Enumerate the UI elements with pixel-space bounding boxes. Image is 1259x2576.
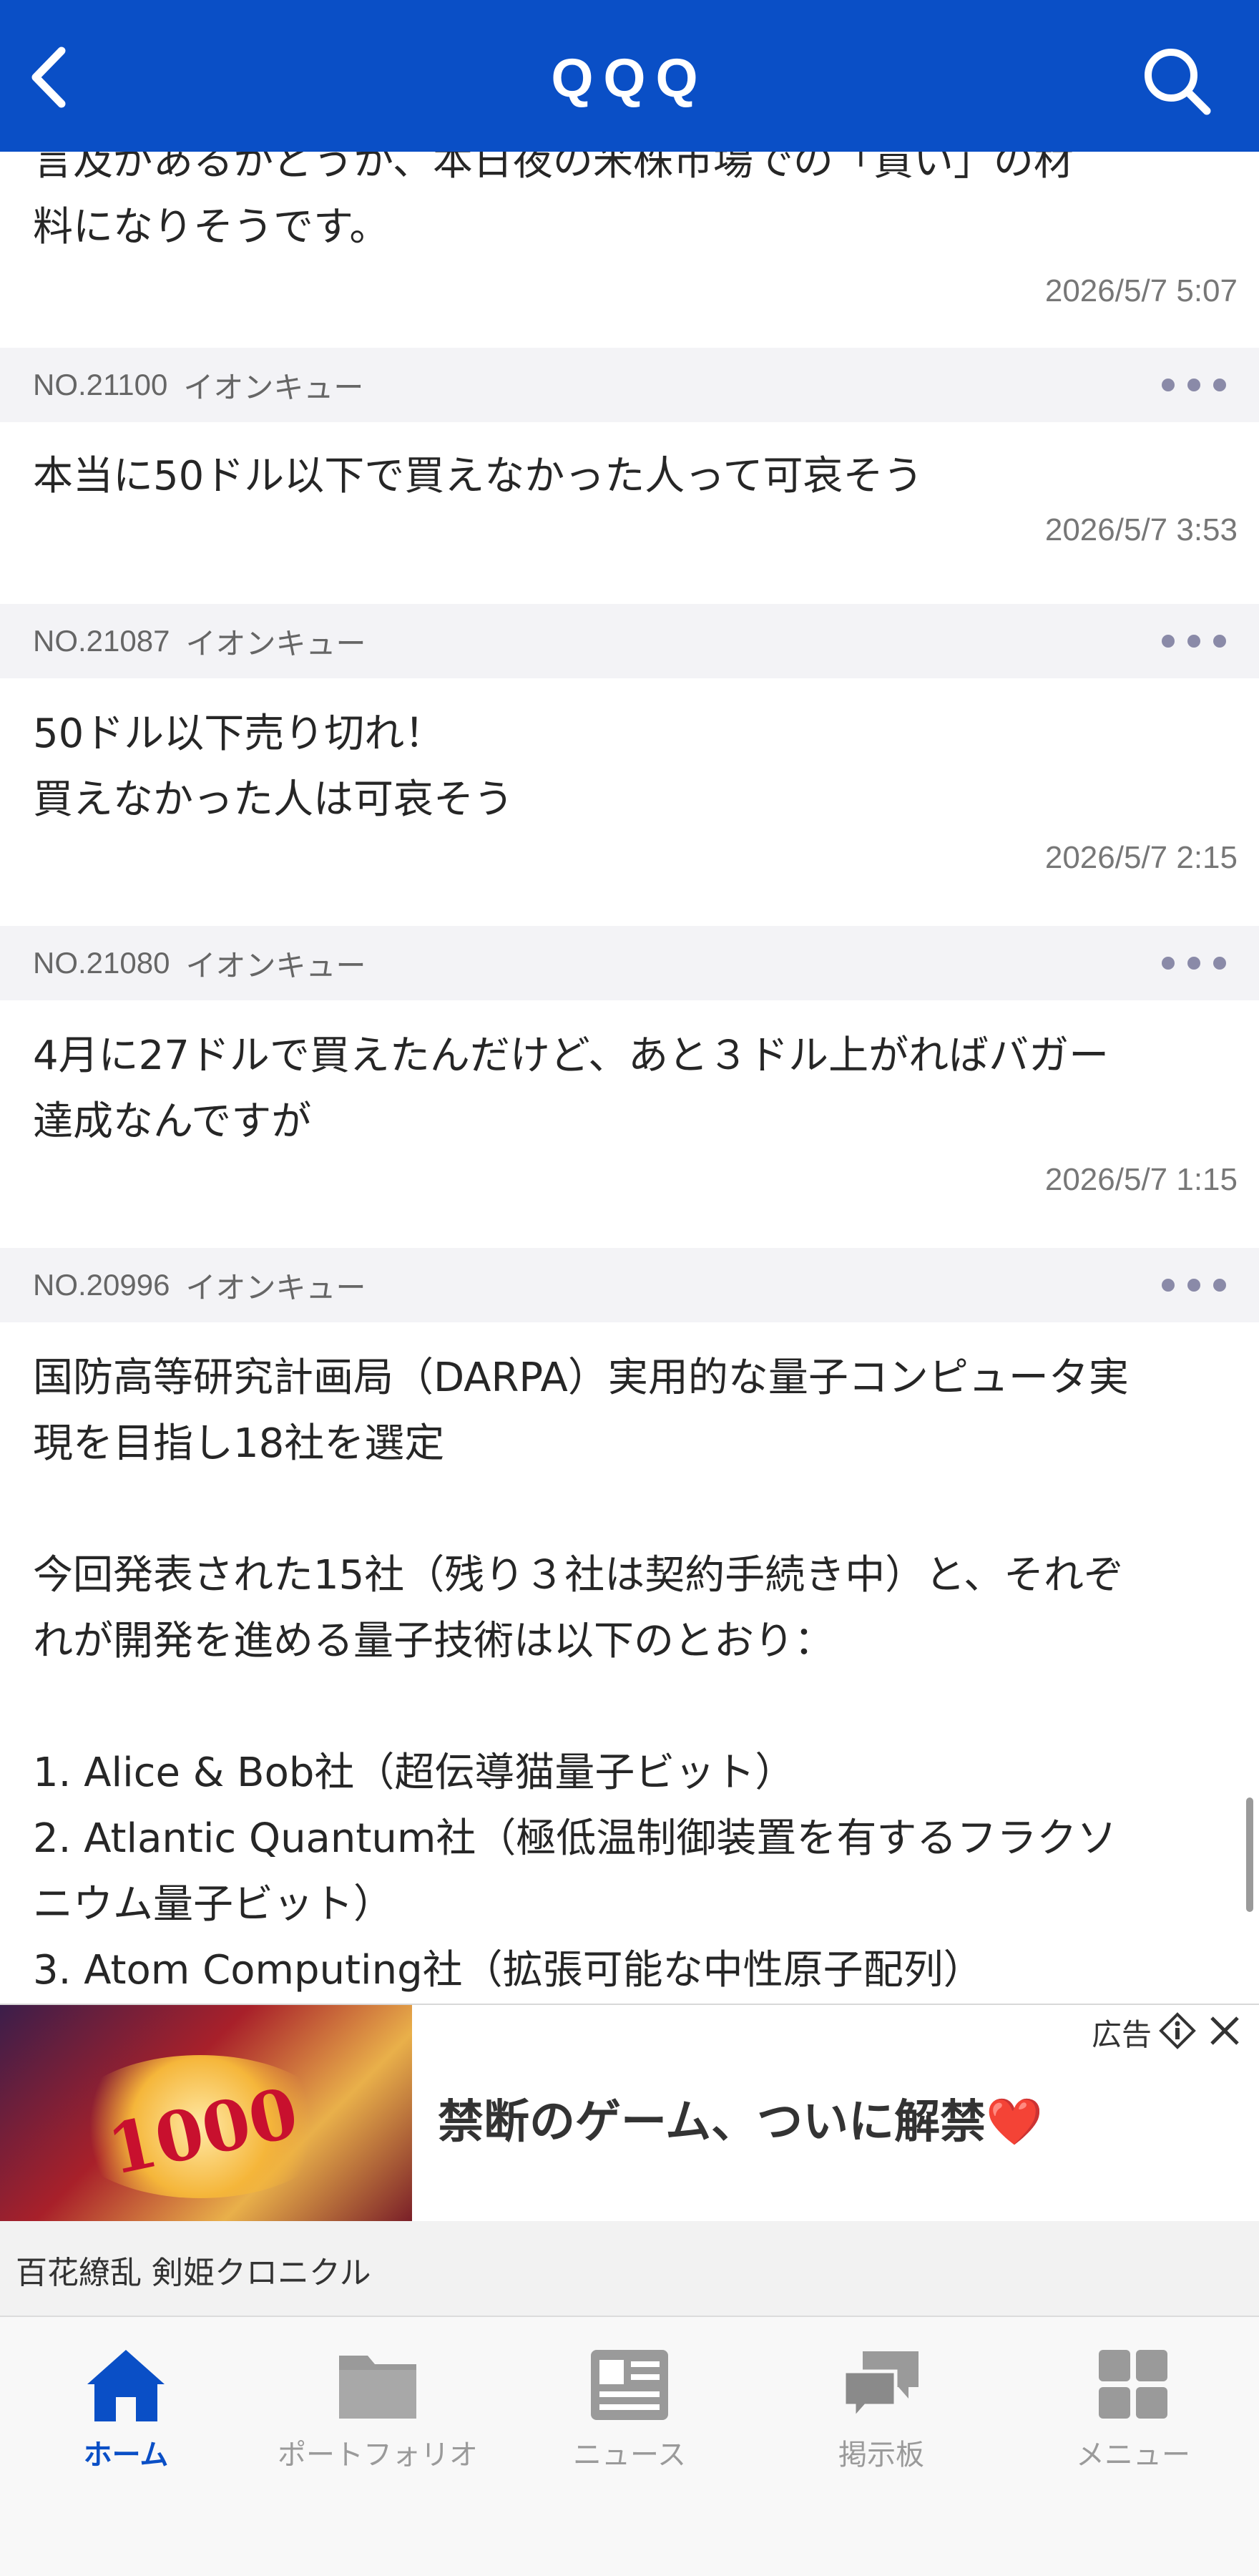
dot (1187, 1279, 1200, 1292)
post-number: NO.21100 (33, 368, 168, 401)
page-title: QQQ (551, 48, 708, 109)
info-diamond-icon (1159, 2012, 1196, 2049)
post-item: 言及があるかどうか、本日夜の米株市場での「買い」の材 料になりそうです。 202… (0, 152, 1259, 309)
search-icon (1145, 49, 1211, 115)
bottom-tab-bar: ホーム ポートフォリオ ニュース 掲示板 メニュー (0, 2316, 1259, 2576)
post-body: 50ドル以下売り切れ！ 買えなかった人は可哀そう (33, 711, 514, 823)
more-options-button[interactable] (1162, 625, 1226, 657)
ad-sponsor[interactable]: 百花繚乱 剣姫クロニクル (16, 2247, 371, 2293)
ad-creative[interactable]: 1000 禁断のゲーム、ついに解禁❤️ 広告 (0, 2005, 1259, 2221)
post-item[interactable]: 国防高等研究計画局（DARPA）実用的な量子コンピュータ実 現を目指し18社を選… (0, 1345, 1259, 2004)
ad-info-button[interactable] (1159, 2012, 1196, 2049)
post-header: NO.21100 イオンキュー (0, 348, 1259, 422)
post-number: NO.21080 (33, 946, 170, 980)
post-body: 本当に50ドル以下で買えなかった人って可哀そう (33, 453, 924, 499)
dot (1213, 1279, 1226, 1292)
post-header: NO.21087 イオンキュー (0, 604, 1259, 678)
tab-home[interactable]: ホーム (0, 2346, 252, 2489)
dot (1187, 635, 1200, 648)
post-number: NO.21087 (33, 624, 170, 658)
dot (1213, 957, 1226, 970)
dot (1213, 379, 1226, 391)
home-icon (87, 2350, 165, 2421)
post-timestamp: 2026/5/7 2:15 (1044, 840, 1238, 875)
post-item[interactable]: 4月に27ドルで買えたんだけど、あと３ドル上がればバガー 達成なんですが 202… (0, 1023, 1259, 1198)
ad-banner[interactable]: 1000 禁断のゲーム、ついに解禁❤️ 広告 百花繚乱 剣姫クロニクル (0, 2004, 1259, 2316)
dot (1162, 635, 1175, 648)
post-body: 国防高等研究計画局（DARPA）実用的な量子コンピュータ実 現を目指し18社を選… (33, 1355, 1129, 1994)
tab-menu[interactable]: メニュー (1007, 2346, 1259, 2489)
ad-image[interactable]: 1000 (0, 2005, 412, 2221)
dot (1213, 635, 1226, 648)
grid-icon (1099, 2350, 1167, 2419)
ad-close-button[interactable] (1205, 2011, 1245, 2051)
more-options-button[interactable] (1162, 369, 1226, 401)
heart-icon: ❤️ (986, 2096, 1043, 2149)
dot (1162, 1279, 1175, 1292)
dot (1162, 957, 1175, 970)
dot (1187, 957, 1200, 970)
chat-bubbles-icon (842, 2351, 918, 2424)
post-header: NO.21080 イオンキュー (0, 926, 1259, 1000)
post-item[interactable]: 50ドル以下売り切れ！ 買えなかった人は可哀そう 2026/5/7 2:15 (0, 701, 1259, 876)
post-number: NO.20996 (33, 1268, 170, 1302)
close-icon (1210, 2016, 1239, 2045)
post-timestamp: 2026/5/7 5:07 (1044, 273, 1238, 308)
app-header: QQQ (0, 0, 1259, 152)
post-header: NO.20996 イオンキュー (0, 1248, 1259, 1322)
post-user[interactable]: イオンキュー (183, 364, 363, 407)
dot (1162, 379, 1175, 391)
tab-label: ニュース (573, 2439, 686, 2472)
post-item[interactable]: 本当に50ドル以下で買えなかった人って可哀そう 2026/5/7 3:53 (0, 444, 1259, 548)
post-timestamp: 2026/5/7 3:53 (1044, 512, 1238, 547)
tab-board[interactable]: 掲示板 (755, 2346, 1007, 2489)
post-timestamp: 2026/5/7 1:15 (1044, 1162, 1238, 1197)
post-body: 4月に27ドルで買えたんだけど、あと３ドル上がればバガー 達成なんですが (33, 1033, 1109, 1145)
newspaper-icon (591, 2350, 668, 2420)
tab-label: ホーム (83, 2439, 169, 2472)
more-options-button[interactable] (1162, 1269, 1226, 1301)
post-body: 言及があるかどうか、本日夜の米株市場での「買い」の材 料になりそうです。 (33, 152, 1074, 250)
tab-label: ポートフォリオ (278, 2439, 478, 2472)
tab-label: メニュー (1076, 2439, 1190, 2472)
folder-icon (339, 2356, 416, 2419)
post-user[interactable]: イオンキュー (185, 1264, 366, 1307)
ad-headline-text: 禁断のゲーム、ついに解禁 (438, 2096, 986, 2149)
tab-portfolio[interactable]: ポートフォリオ (252, 2346, 504, 2489)
tab-label: 掲示板 (838, 2439, 924, 2472)
scrollbar[interactable] (1246, 1797, 1253, 1912)
more-options-button[interactable] (1162, 947, 1226, 979)
search-button[interactable] (1137, 42, 1216, 120)
dot (1187, 379, 1200, 391)
ad-headline[interactable]: 禁断のゲーム、ついに解禁❤️ (438, 2085, 1043, 2151)
message-board-feed[interactable]: 言及があるかどうか、本日夜の米株市場での「買い」の材 料になりそうです。 202… (0, 152, 1259, 2004)
ad-label: 広告 (1091, 2017, 1152, 2052)
tab-news[interactable]: ニュース (504, 2346, 755, 2489)
post-user[interactable]: イオンキュー (185, 620, 366, 663)
post-user[interactable]: イオンキュー (185, 942, 366, 985)
